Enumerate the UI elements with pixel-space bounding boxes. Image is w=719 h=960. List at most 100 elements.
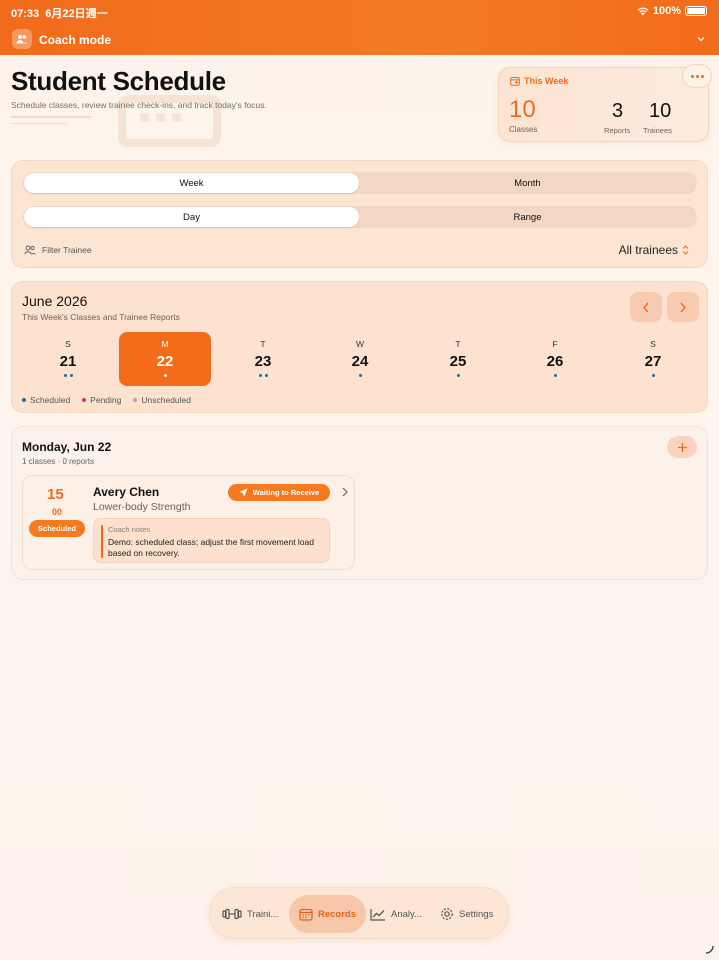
add-class-button[interactable] (667, 436, 697, 458)
segment-week[interactable]: Week (24, 173, 359, 193)
send-icon (239, 488, 248, 497)
plus-icon (677, 442, 687, 452)
segment-month[interactable]: Month (360, 173, 695, 193)
day-number: 23 (254, 353, 272, 370)
tab-training-label: Traini... (247, 908, 279, 920)
page-title: Student Schedule (11, 66, 226, 96)
coach-mode-label[interactable]: Coach mode (39, 33, 111, 47)
trainee-picker-value: All trainees (618, 243, 678, 257)
day-event-dots (607, 374, 699, 377)
top-bar: 07:33 6月22日週一 100% Coach mode (0, 0, 719, 55)
legend: Scheduled Pending Unscheduled (22, 395, 191, 405)
month-title: June 2026 (22, 293, 88, 309)
tab-training[interactable]: Traini... (222, 895, 278, 933)
reports-label: Reports (604, 126, 631, 135)
legend-pending: Pending (82, 395, 121, 405)
day-number: 26 (546, 353, 564, 370)
program-name: Lower-body Strength (93, 501, 191, 513)
day-24[interactable]: W 24 (314, 332, 406, 386)
day-25[interactable]: T 25 (412, 332, 504, 386)
status-right: 100% (637, 5, 707, 17)
tab-records[interactable]: Records (289, 895, 367, 933)
tab-analytics[interactable]: Analy... (370, 895, 422, 933)
tab-analytics-label: Analy... (391, 908, 422, 920)
filter-card: Week Month Day Range Filter Trainee All … (11, 160, 708, 268)
event-dot (63, 374, 67, 377)
notes-accent-bar (101, 525, 103, 558)
mode-segmented-control: Day Range (23, 206, 697, 228)
day-21[interactable]: S 21 (22, 332, 114, 386)
day-number: 24 (351, 353, 369, 370)
day-27[interactable]: S 27 (607, 332, 699, 386)
waiting-to-receive-button[interactable]: Waiting to Receive (228, 484, 330, 501)
calendar-icon (510, 77, 520, 86)
day-event-dots (22, 374, 114, 377)
day-event-dots (412, 374, 504, 377)
day-event-dots (217, 374, 309, 377)
next-week-button[interactable] (667, 292, 699, 322)
calendar-icon (299, 908, 313, 921)
day-23[interactable]: T 23 (217, 332, 309, 386)
page-subtitle: Schedule classes, review trainee check-i… (11, 100, 267, 110)
segment-range[interactable]: Range (360, 207, 695, 227)
prev-week-button[interactable] (630, 292, 662, 322)
week-summary-heading: This Week (510, 76, 568, 86)
event-dot (651, 374, 655, 377)
more-options-button[interactable] (682, 64, 712, 88)
tab-settings[interactable]: Settings (440, 895, 493, 933)
day-of-week: T (260, 339, 266, 349)
coach-notes: Coach notes Demo: scheduled class; adjus… (93, 518, 330, 563)
wifi-icon (637, 7, 649, 15)
day-event-dots (509, 374, 601, 377)
decorative-lines (11, 116, 91, 128)
resize-handle-icon[interactable] (705, 945, 714, 954)
week-calendar-card: June 2026 This Week's Classes and Traine… (11, 281, 708, 413)
trainees-count: 10 (649, 100, 672, 122)
trainee-name: Avery Chen (93, 485, 160, 499)
day-of-week: M (161, 339, 169, 349)
status-time: 07:33 6月22日週一 (11, 8, 108, 20)
chevron-right-icon[interactable] (341, 487, 349, 497)
event-dot (456, 374, 460, 377)
calendar-subtitle: This Week's Classes and Trainee Reports (22, 312, 180, 322)
chevron-down-icon[interactable] (695, 33, 707, 45)
tab-settings-label: Settings (459, 908, 494, 920)
segment-day[interactable]: Day (24, 207, 359, 227)
dumbbell-icon (222, 908, 242, 920)
day-event-dots (314, 374, 406, 377)
reports-count: 3 (612, 100, 624, 122)
tab-records-label: Records (318, 908, 357, 920)
event-dot (264, 374, 268, 377)
event-dot (69, 374, 73, 377)
day-summary: 1 classes · 0 reports (22, 457, 95, 466)
tab-bar: Traini... Records Analy... Settings (209, 887, 509, 939)
chart-line-icon (370, 908, 385, 921)
day-22[interactable]: M 22 (119, 332, 211, 386)
event-dot (553, 374, 557, 377)
chevron-right-icon (680, 302, 686, 312)
people-icon[interactable] (12, 29, 32, 49)
day-of-week: S (65, 339, 71, 349)
day-detail-card: Monday, Jun 22 1 classes · 0 reports 15 … (11, 426, 708, 580)
trainees-label: Trainees (643, 126, 672, 135)
event-dot (358, 374, 362, 377)
class-card[interactable]: 15 00 Scheduled Avery Chen Lower-body St… (22, 475, 355, 570)
legend-scheduled: Scheduled (22, 395, 70, 405)
filter-trainee-label: Filter Trainee (42, 245, 92, 255)
day-number: 27 (644, 353, 662, 370)
day-number: 25 (449, 353, 467, 370)
day-26[interactable]: F 26 (509, 332, 601, 386)
status-badge: Scheduled (29, 520, 85, 537)
day-of-week: W (355, 339, 365, 349)
day-of-week: T (455, 339, 461, 349)
class-minute: 00 (52, 507, 63, 517)
day-of-week: S (650, 339, 656, 349)
day-number: 21 (59, 353, 77, 370)
trainee-picker[interactable]: All trainees (619, 243, 689, 257)
range-segmented-control: Week Month (23, 172, 697, 194)
day-title: Monday, Jun 22 (22, 440, 112, 454)
battery-percent: 100% (652, 5, 681, 17)
legend-unscheduled: Unscheduled (133, 395, 191, 405)
classes-count: 10 (509, 96, 536, 123)
event-dot (258, 374, 262, 377)
